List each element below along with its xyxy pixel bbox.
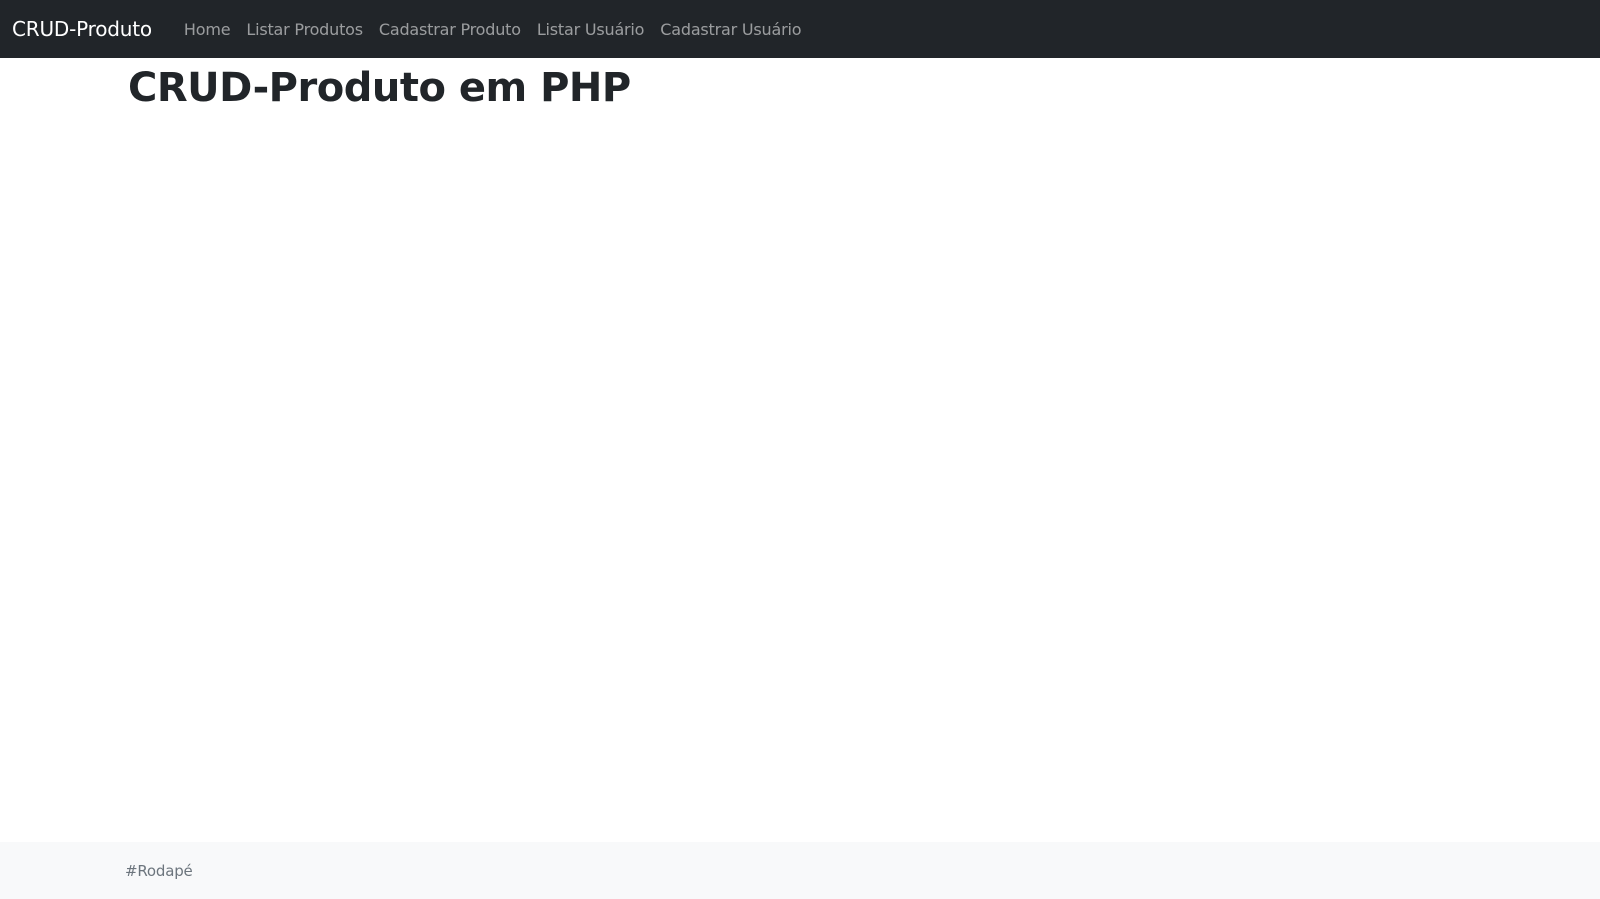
nav-link-listar-produtos[interactable]: Listar Produtos	[238, 12, 371, 47]
nav-link-listar-usuario[interactable]: Listar Usuário	[529, 12, 652, 47]
nav-item-listar-usuario: Listar Usuário	[529, 20, 652, 39]
nav-link-cadastrar-usuario[interactable]: Cadastrar Usuário	[652, 12, 809, 47]
navbar-brand-link[interactable]: CRUD-Produto	[12, 17, 152, 41]
nav-item-listar-produtos: Listar Produtos	[238, 20, 371, 39]
page-footer: #Rodapé	[0, 842, 1600, 899]
main-content: CRUD-Produto em PHP	[128, 62, 631, 114]
footer-text: #Rodapé	[125, 861, 193, 880]
nav-item-cadastrar-usuario: Cadastrar Usuário	[652, 20, 809, 39]
top-navbar: CRUD-Produto Home Listar Produtos Cadast…	[0, 0, 1600, 58]
nav-menu: Home Listar Produtos Cadastrar Produto L…	[176, 20, 809, 39]
nav-item-cadastrar-produto: Cadastrar Produto	[371, 20, 529, 39]
nav-item-home: Home	[176, 20, 238, 39]
nav-link-cadastrar-produto[interactable]: Cadastrar Produto	[371, 12, 529, 47]
nav-link-home[interactable]: Home	[176, 12, 238, 47]
page-title: CRUD-Produto em PHP	[128, 65, 631, 111]
